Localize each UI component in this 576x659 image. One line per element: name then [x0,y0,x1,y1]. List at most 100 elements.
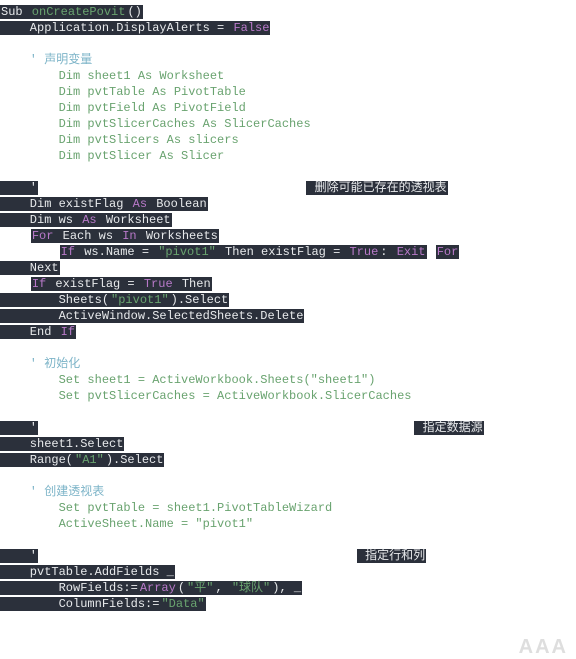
code-token: ActiveSheet.Name = "pivot1" [0,517,254,531]
code-line: If existFlag = True Then [0,276,576,292]
code-line: Next [0,260,576,276]
code-token: True [143,277,174,291]
code-line: ActiveWindow.SelectedSheets.Delete [0,308,576,324]
code-token: 指定行和列 [357,549,426,563]
code-token: Dim pvtTable As PivotTable [0,85,247,99]
code-token: False [232,21,270,35]
code-token [0,37,9,51]
code-token: ( [177,581,186,595]
code-line: Dim existFlag As Boolean [0,196,576,212]
code-line [0,404,576,420]
code-token: existFlag = [47,277,143,291]
code-token: Sub [0,5,24,19]
code-token: Application.DisplayAlerts = [0,21,232,35]
code-token: ColumnFields:= [0,597,160,611]
code-token: "pivot1" [157,245,217,259]
code-line: Dim pvtSlicerCaches As SlicerCaches [0,116,576,132]
code-token: Dim existFlag [0,197,132,211]
code-token: ' 创建透视表 [0,485,105,499]
code-token [38,181,306,195]
code-line [0,468,576,484]
code-line: Dim ws As Worksheet [0,212,576,228]
code-token [38,421,414,435]
code-token: 指定数据源 [414,421,483,435]
code-token: ws.Name = [76,245,157,259]
code-token: As [81,213,97,227]
code-line: ' 声明变量 [0,52,576,68]
code-token [0,341,9,355]
code-token [0,277,31,291]
code-token: True [348,245,379,259]
code-line: Dim pvtField As PivotField [0,100,576,116]
code-line: Sub onCreatePovit() [0,4,576,20]
code-token [0,533,9,547]
code-token: onCreatePovit [24,5,127,19]
code-line: Dim sheet1 As Worksheet [0,68,576,84]
code-line: If ws.Name = "pivot1" Then existFlag = T… [0,244,576,260]
code-token: Each ws [54,229,121,243]
code-token: Next [0,261,60,275]
code-line: ' 删除可能已存在的透视表 [0,180,576,196]
watermark: AAA [519,639,568,655]
code-line: ActiveSheet.Name = "pivot1" [0,516,576,532]
code-token: ).Select [170,293,230,307]
code-token: Worksheets [138,229,219,243]
code-line [0,164,576,180]
code-token: ' 初始化 [0,357,81,371]
code-block: Sub onCreatePovit() Application.DisplayA… [0,0,576,616]
code-line: Dim pvtTable As PivotTable [0,84,576,100]
code-line: Dim pvtSlicer As Slicer [0,148,576,164]
code-token [0,405,9,419]
code-token: Worksheet [98,213,172,227]
code-token [0,245,60,259]
code-token: ' [0,181,38,195]
code-token: ' 声明变量 [0,53,93,67]
code-line: ' 指定数据源 [0,420,576,436]
code-line: pvtTable.AddFields _ [0,564,576,580]
code-line: Sheets("pivot1").Select [0,292,576,308]
code-token: If [60,245,76,259]
code-token: Set pvtTable = sheet1.PivotTableWizard [0,501,333,515]
code-token: For [31,229,55,243]
code-line: ' 初始化 [0,356,576,372]
code-line: End If [0,324,576,340]
code-token [38,549,357,563]
code-token: Then [174,277,212,291]
code-token: "pivot1" [110,293,170,307]
code-token: Boolean [148,197,208,211]
code-token [427,245,436,259]
code-token: () [126,5,142,19]
code-line: Set sheet1 = ActiveWorkbook.Sheets("shee… [0,372,576,388]
code-token [0,469,9,483]
code-line: Range("A1").Select [0,452,576,468]
code-line: For Each ws In Worksheets [0,228,576,244]
code-token: "A1" [74,453,105,467]
code-token: ActiveWindow.SelectedSheets.Delete [0,309,304,323]
code-token: If [60,325,76,339]
code-token: Range( [0,453,74,467]
code-line: RowFields:=Array("平", "球队"), _ [0,580,576,596]
code-token: "球队" [231,581,271,595]
code-line: Set pvtTable = sheet1.PivotTableWizard [0,500,576,516]
code-token: "平" [186,581,214,595]
code-token: Exit [396,245,427,259]
code-token: : [379,245,395,259]
code-token: Dim pvtField As PivotField [0,101,247,115]
code-token: ' [0,421,38,435]
code-token: In [121,229,137,243]
code-token: For [436,245,460,259]
code-token: ).Select [105,453,165,467]
code-line: ' 创建透视表 [0,484,576,500]
code-token: 删除可能已存在的透视表 [306,181,447,195]
code-line: Application.DisplayAlerts = False [0,20,576,36]
code-token: sheet1.Select [0,437,124,451]
code-line: Dim pvtSlicers As slicers [0,132,576,148]
code-token [0,165,9,179]
code-line [0,36,576,52]
code-token: , [214,581,230,595]
code-token: Dim pvtSlicer As Slicer [0,149,225,163]
code-token: Set pvtSlicerCaches = ActiveWorkbook.Sli… [0,389,412,403]
code-line: ' 指定行和列 [0,548,576,564]
code-token: If [31,277,47,291]
code-line: Set pvtSlicerCaches = ActiveWorkbook.Sli… [0,388,576,404]
